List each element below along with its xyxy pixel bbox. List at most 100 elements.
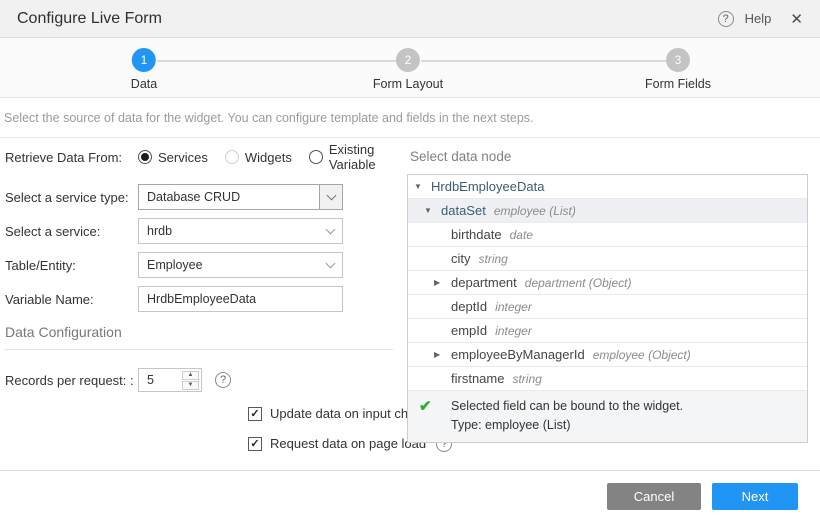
variable-name-input[interactable] (138, 286, 343, 312)
records-help-icon[interactable]: ? (215, 372, 231, 388)
node-name: HrdbEmployeeData (431, 179, 544, 194)
expand-icon[interactable]: ▶ (434, 350, 451, 359)
tree-node-city[interactable]: city string (408, 247, 807, 271)
binding-message-line1: Selected field can be bound to the widge… (451, 397, 683, 416)
node-type: department (Object) (525, 276, 632, 290)
retrieve-data-from-row: Retrieve Data From: ServicesWidgetsExist… (5, 146, 400, 168)
stepper-connector (421, 60, 666, 62)
service-type-select[interactable]: Database CRUD (138, 184, 343, 210)
help-link[interactable]: Help (745, 11, 772, 26)
radio-label: Existing Variable (329, 142, 400, 172)
dialog-title: Configure Live Form (17, 10, 162, 28)
node-type: string (479, 252, 508, 266)
radio-label: Widgets (245, 150, 292, 165)
help-icon[interactable]: ? (718, 11, 734, 27)
stepper-step-data[interactable]: 1 Data (131, 48, 157, 91)
checkbox-update-data-on-input-change[interactable]: ✓Update data on input change? (248, 405, 400, 422)
dialog-footer: Cancel Next (0, 470, 820, 522)
section-divider (5, 349, 393, 350)
dropdown-button[interactable] (319, 185, 342, 209)
checkbox-box[interactable]: ✓ (248, 407, 262, 421)
table-entity-select[interactable]: Employee (138, 252, 343, 278)
titlebar-actions: ? Help ✕ (718, 10, 803, 28)
step-number: 2 (396, 48, 420, 72)
node-name: department (451, 275, 517, 290)
binding-message-line2: Type: employee (List) (451, 416, 683, 435)
node-name: birthdate (451, 227, 502, 242)
next-button[interactable]: Next (712, 483, 798, 510)
configure-live-form-dialog: Configure Live Form ? Help ✕ 1 Data 2 Form … (0, 0, 820, 468)
tree-node-department[interactable]: ▶department department (Object) (408, 271, 807, 295)
checkbox-box[interactable]: ✓ (248, 437, 262, 451)
wizard-stepper: 1 Data 2 Form Layout 3 Form Fields (0, 38, 820, 98)
close-icon[interactable]: ✕ (790, 10, 803, 28)
stepper-step-form-fields[interactable]: 3 Form Fields (645, 48, 711, 91)
records-per-request-label: Records per request: : (5, 373, 138, 388)
step-description: Select the source of data for the widget… (0, 98, 820, 138)
tree-node-employeebymanagerid[interactable]: ▶employeeByManagerId employee (Object) (408, 343, 807, 367)
node-name: city (451, 251, 471, 266)
radio-services[interactable]: Services (138, 150, 208, 165)
node-type: integer (495, 300, 532, 314)
field-row: Select a service: hrdb (5, 218, 400, 244)
step-label: Data (131, 77, 157, 91)
node-name: deptId (451, 299, 487, 314)
stepper-connector (157, 60, 396, 62)
node-name: empId (451, 323, 487, 338)
records-per-request-input[interactable] (139, 373, 182, 387)
data-source-form: Retrieve Data From: Services Widgets Exist… (0, 138, 400, 468)
select-data-node-panel: Select data node ▼HrdbEmployeeData▼dataS… (400, 138, 820, 468)
dialog-content: Retrieve Data From: Services Widgets Exist… (0, 138, 820, 468)
tree-node-firstname[interactable]: firstnamestring (408, 367, 807, 391)
select-a-service-type-label: Select a service type: (5, 190, 138, 205)
retrieve-data-from-label: Retrieve Data From: (5, 150, 138, 165)
stepper-step-form-layout[interactable]: 2 Form Layout (373, 48, 443, 91)
chevron-down-icon (326, 224, 336, 234)
table-entity-label: Table/Entity: (5, 258, 138, 273)
step-number: 3 (666, 48, 690, 72)
radio-button[interactable] (138, 150, 152, 164)
binding-message-text: Selected field can be bound to the widge… (451, 397, 683, 435)
success-check-icon: ✔ (416, 397, 451, 435)
step-number: 1 (132, 48, 156, 72)
radio-widgets[interactable]: Widgets (225, 150, 292, 165)
tree-node-dataset[interactable]: ▼dataSetemployee (List) (408, 199, 807, 223)
service-fields: Select a service type:Database CRUDSelec… (5, 184, 400, 312)
radio-button[interactable] (225, 150, 239, 164)
select-a-service-label: Select a service: (5, 224, 138, 239)
node-type: string (512, 372, 541, 386)
tree-rows: ▼HrdbEmployeeData▼dataSetemployee (List)… (408, 175, 807, 391)
tree-node-hrdbemployeedata[interactable]: ▼HrdbEmployeeData (408, 175, 807, 199)
radio-existing-variable[interactable]: Existing Variable (309, 142, 400, 172)
expand-icon[interactable]: ▶ (434, 278, 451, 287)
records-per-request-row: Records per request: : ▲ ▼ ? (5, 368, 400, 392)
chevron-down-icon (326, 258, 336, 268)
collapse-icon[interactable]: ▼ (424, 206, 441, 215)
retrieve-data-radio-group: Services Widgets Existing Variable (138, 142, 400, 172)
selected-value: Employee (147, 258, 203, 272)
cancel-button[interactable]: Cancel (607, 483, 701, 510)
node-type: employee (Object) (593, 348, 691, 362)
step-label: Form Layout (373, 77, 443, 91)
node-name: employeeByManagerId (451, 347, 585, 362)
service-select[interactable]: hrdb (138, 218, 343, 244)
collapse-icon[interactable]: ▼ (414, 182, 431, 191)
node-name: dataSet (441, 203, 486, 218)
tree-node-deptid[interactable]: deptId integer (408, 295, 807, 319)
data-node-tree: ▼HrdbEmployeeData▼dataSetemployee (List)… (407, 174, 808, 443)
node-type: integer (495, 324, 532, 338)
checkbox-request-data-on-page-load[interactable]: ✓Request data on page load? (248, 435, 400, 452)
select-data-node-title: Select data node (410, 149, 808, 164)
field-row: Table/Entity: Employee (5, 252, 400, 278)
tree-node-empid[interactable]: empId integer (408, 319, 807, 343)
spin-up-icon[interactable]: ▲ (182, 371, 199, 380)
tree-node-birthdate[interactable]: birthdatedate (408, 223, 807, 247)
selected-value: hrdb (147, 224, 172, 238)
field-row: Variable Name: (5, 286, 400, 312)
records-per-request-stepper[interactable]: ▲ ▼ (138, 368, 202, 392)
step-label: Form Fields (645, 77, 711, 91)
spin-down-icon[interactable]: ▼ (182, 381, 199, 390)
dialog-titlebar: Configure Live Form ? Help ✕ (0, 0, 820, 38)
radio-button[interactable] (309, 150, 323, 164)
chevron-down-icon (326, 190, 336, 200)
